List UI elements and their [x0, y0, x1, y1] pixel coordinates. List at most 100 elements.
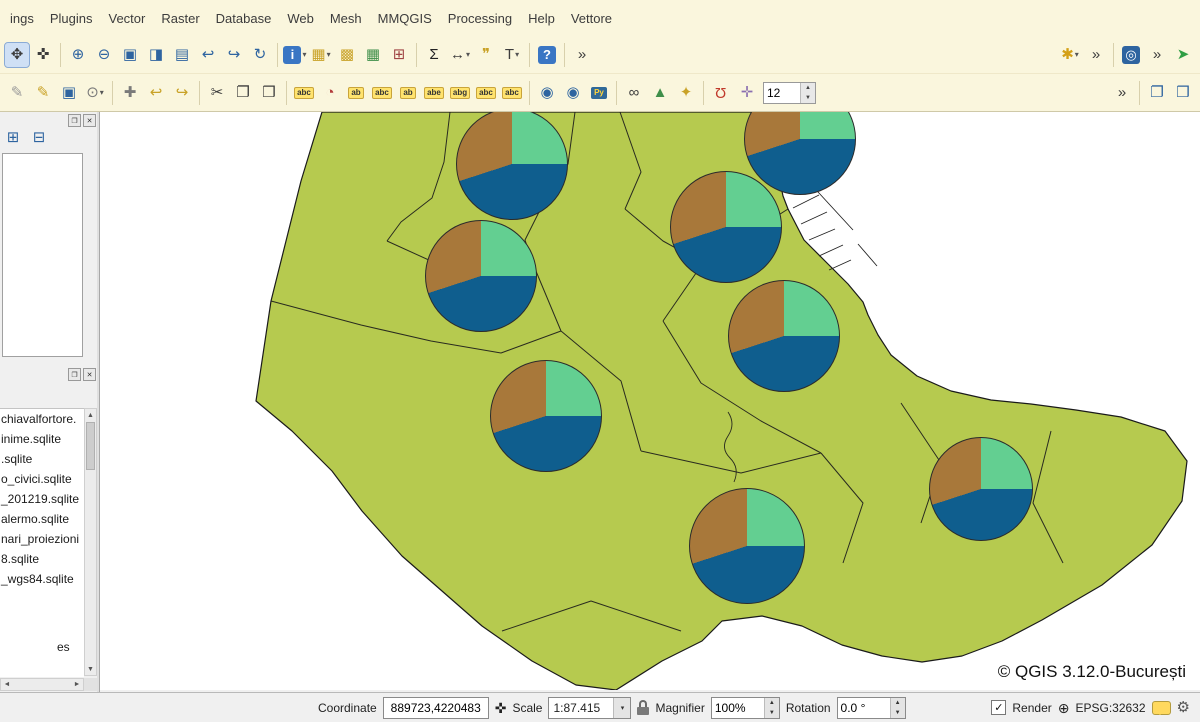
file-item[interactable]: chiavalfortore. — [0, 409, 84, 429]
render-checkbox[interactable]: ✓ — [991, 700, 1006, 715]
copy-features-icon[interactable]: ❐ — [231, 81, 255, 105]
web-service-1-icon[interactable]: ◉ — [535, 81, 559, 105]
toggle-editing-icon[interactable]: ✎ — [31, 81, 55, 105]
current-edits-icon[interactable]: ✎ — [5, 81, 29, 105]
pie-diagram-4[interactable] — [425, 220, 537, 332]
toolbar-overflow-4-icon[interactable]: » — [1110, 81, 1134, 105]
map-tips-icon[interactable]: ❞ — [474, 43, 498, 67]
open-attribute-table-icon[interactable]: ▦ — [361, 43, 385, 67]
zoom-last-icon[interactable]: ↩ — [196, 43, 220, 67]
chevron-down-icon[interactable]: ▾ — [1075, 50, 1079, 59]
select-features-icon[interactable]: ▦▾ — [309, 43, 333, 67]
digitize-icon[interactable]: ⊙▾ — [83, 81, 107, 105]
chevron-down-icon[interactable]: ▾ — [302, 50, 306, 59]
spin-down-icon[interactable]: ▼ — [801, 93, 815, 103]
zoom-to-selection-icon[interactable]: ◨ — [144, 43, 168, 67]
panel2-float-icon[interactable]: ❐ — [68, 368, 81, 381]
panel1-float-icon[interactable]: ❐ — [68, 114, 81, 127]
menu-plugins[interactable]: Plugins — [42, 8, 101, 29]
magnifier-spinbox[interactable]: ▲ ▼ — [711, 697, 780, 719]
extents-toggle-icon[interactable]: ✜ — [495, 701, 507, 715]
file-list[interactable]: chiavalfortore.inime.sqlite.sqliteo_civi… — [0, 408, 84, 677]
file-item[interactable]: _wgs84.sqlite — [0, 569, 84, 589]
menu-vettore[interactable]: Vettore — [563, 8, 620, 29]
file-item[interactable]: alermo.sqlite — [0, 509, 84, 529]
scroll-up-icon[interactable]: ▲ — [85, 409, 96, 421]
panel1-expand-icon[interactable]: ⊞ — [3, 127, 23, 147]
menu-mmqgis[interactable]: MMQGIS — [370, 8, 440, 29]
share-export-icon[interactable]: ➤ — [1171, 43, 1195, 67]
save-edits-icon[interactable]: ▣ — [57, 81, 81, 105]
refresh-map-icon[interactable]: ↻ — [248, 43, 272, 67]
tracing-icon[interactable]: ✛ — [735, 81, 759, 105]
label-abc-8-icon[interactable]: abc — [500, 81, 524, 105]
spin-up-icon[interactable]: ▲ — [891, 698, 905, 708]
spin-down-icon[interactable]: ▼ — [765, 708, 779, 718]
vertical-scrollbar[interactable]: ▲ ▼ — [84, 408, 97, 676]
label-abc-4-icon[interactable]: ab — [396, 81, 420, 105]
scale-combo[interactable]: 1:87.415 ▾ — [548, 697, 631, 719]
pan-map-icon[interactable]: ✥ — [5, 43, 29, 67]
scrollbar-thumb[interactable] — [86, 422, 95, 470]
plugin-tool-icon[interactable]: ✱▾ — [1058, 43, 1082, 67]
file-item[interactable]: inime.sqlite — [0, 429, 84, 449]
zoom-next-icon[interactable]: ↪ — [222, 43, 246, 67]
magnifier-input[interactable] — [712, 698, 764, 718]
spin-steppers[interactable]: ▲▼ — [800, 83, 815, 103]
spin-up-icon[interactable]: ▲ — [765, 698, 779, 708]
chevron-down-icon[interactable]: ▾ — [327, 50, 331, 59]
label-abc-5-icon[interactable]: abe — [422, 81, 446, 105]
metasearch-icon[interactable]: ◎ — [1119, 43, 1143, 67]
label-abc-3-icon[interactable]: abc — [370, 81, 394, 105]
file-item[interactable]: nari_proiezioni — [0, 529, 84, 549]
snapping-value-input[interactable] — [764, 86, 800, 100]
deselect-features-icon[interactable]: ▩ — [335, 43, 359, 67]
panel1-close-icon[interactable]: ✕ — [83, 114, 96, 127]
scroll-down-icon[interactable]: ▼ — [85, 663, 96, 675]
zoom-out-icon[interactable]: ⊖ — [92, 43, 116, 67]
label-abc-2-icon[interactable]: ab — [344, 81, 368, 105]
vertex-tool-icon[interactable]: ✚ — [118, 81, 142, 105]
scroll-right-icon[interactable]: ► — [71, 681, 83, 688]
paste-style-icon[interactable]: ❒ — [1171, 81, 1195, 105]
pan-to-selection-icon[interactable]: ✜ — [31, 43, 55, 67]
file-item[interactable]: es — [56, 639, 70, 655]
web-service-2-icon[interactable]: ◉ — [561, 81, 585, 105]
pie-diagram-3[interactable] — [670, 171, 782, 283]
zoom-in-icon[interactable]: ⊕ — [66, 43, 90, 67]
layer-diagram-icon[interactable]: ◔ — [318, 81, 342, 105]
menu-mesh[interactable]: Mesh — [322, 8, 370, 29]
menu-ings[interactable]: ings — [2, 8, 42, 29]
menu-processing[interactable]: Processing — [440, 8, 520, 29]
rotation-input[interactable] — [838, 698, 890, 718]
menu-vector[interactable]: Vector — [101, 8, 154, 29]
chevron-down-icon[interactable]: ▾ — [466, 50, 470, 59]
osm-search-icon[interactable]: ∞ — [622, 81, 646, 105]
settings-gear-icon[interactable]: ⚙ — [1177, 700, 1190, 715]
field-calculator-icon[interactable]: ⊞ — [387, 43, 411, 67]
label-abc-1-icon[interactable]: abc — [292, 81, 316, 105]
coordinate-input[interactable] — [383, 697, 489, 719]
toolbar-overflow-2-icon[interactable]: » — [1084, 43, 1108, 67]
identify-features-icon[interactable]: i▾ — [283, 43, 307, 67]
scroll-left-icon[interactable]: ◄ — [1, 681, 13, 688]
pie-diagram-1[interactable] — [456, 112, 568, 220]
statistical-summary-icon[interactable]: Σ — [422, 43, 446, 67]
crs-indicator[interactable]: EPSG:32632 — [1075, 701, 1145, 715]
snapping-tolerance-spinbox[interactable]: ▲▼ — [763, 82, 816, 104]
label-abc-6-icon[interactable]: abg — [448, 81, 472, 105]
file-item[interactable]: 8.sqlite — [0, 549, 84, 569]
pie-diagram-6[interactable] — [728, 280, 840, 392]
pie-diagram-5[interactable] — [490, 360, 602, 472]
menu-help[interactable]: Help — [520, 8, 563, 29]
messages-bubble-icon[interactable] — [1152, 701, 1171, 715]
spin-down-icon[interactable]: ▼ — [891, 708, 905, 718]
menu-database[interactable]: Database — [208, 8, 280, 29]
panel2-close-icon[interactable]: ✕ — [83, 368, 96, 381]
panel1-content[interactable] — [2, 153, 83, 357]
file-item[interactable]: _201219.sqlite — [0, 489, 84, 509]
snapping-magnet-icon[interactable]: Ω — [709, 81, 733, 105]
redo-icon[interactable]: ↪ — [170, 81, 194, 105]
scale-lock-icon[interactable] — [637, 700, 649, 715]
toolbar-overflow-3-icon[interactable]: » — [1145, 43, 1169, 67]
